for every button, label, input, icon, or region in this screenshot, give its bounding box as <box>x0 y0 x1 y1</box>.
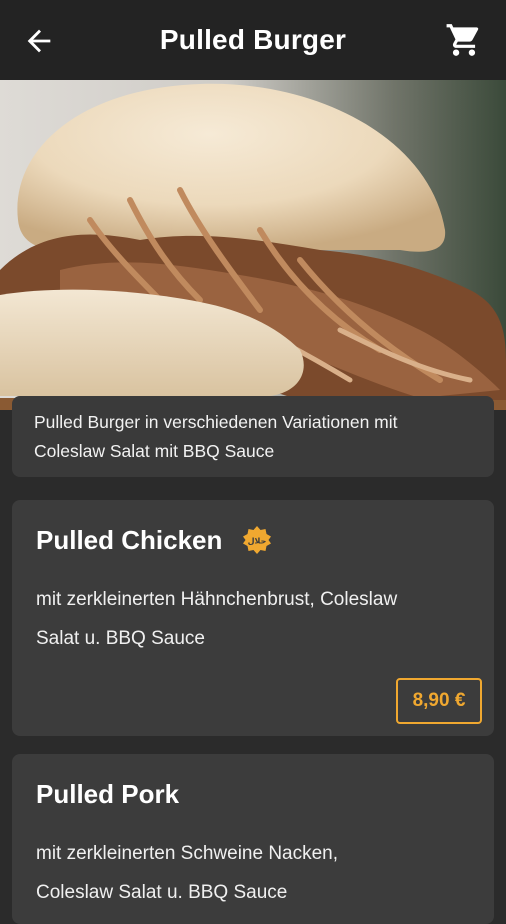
burger-hero-image <box>0 80 506 410</box>
cart-button[interactable] <box>444 20 484 60</box>
category-description-card: Pulled Burger in verschiedenen Variation… <box>12 396 494 477</box>
menu-item-card[interactable]: Pulled Pork mit zerkleinerten Schweine N… <box>12 754 494 924</box>
shopping-cart-icon <box>446 24 479 56</box>
halal-badge-icon: حلال <box>242 525 272 555</box>
price-button[interactable]: 8,90 € <box>396 678 482 724</box>
menu-item-description: mit zerkleinerten Hähnchenbrust, Colesla… <box>36 589 398 649</box>
arrow-left-icon <box>27 29 51 53</box>
menu-item-description: mit zerkleinerten Schweine Nacken, Coles… <box>36 843 339 903</box>
menu-item-card[interactable]: Pulled Chicken حلال mit zerkleinerten Hä… <box>12 500 494 736</box>
page-title: Pulled Burger <box>159 24 347 55</box>
svg-text:حلال: حلال <box>248 537 267 546</box>
app-bar: Pulled Burger <box>0 0 506 80</box>
category-description: Pulled Burger in verschiedenen Variation… <box>34 412 398 461</box>
menu-item-title: Pulled Chicken حلال <box>36 522 470 558</box>
menu-item-name: Pulled Pork <box>36 778 180 809</box>
menu-item-title: Pulled Pork <box>36 776 470 812</box>
menu-item-name: Pulled Chicken <box>36 524 223 555</box>
back-button[interactable] <box>20 22 58 60</box>
